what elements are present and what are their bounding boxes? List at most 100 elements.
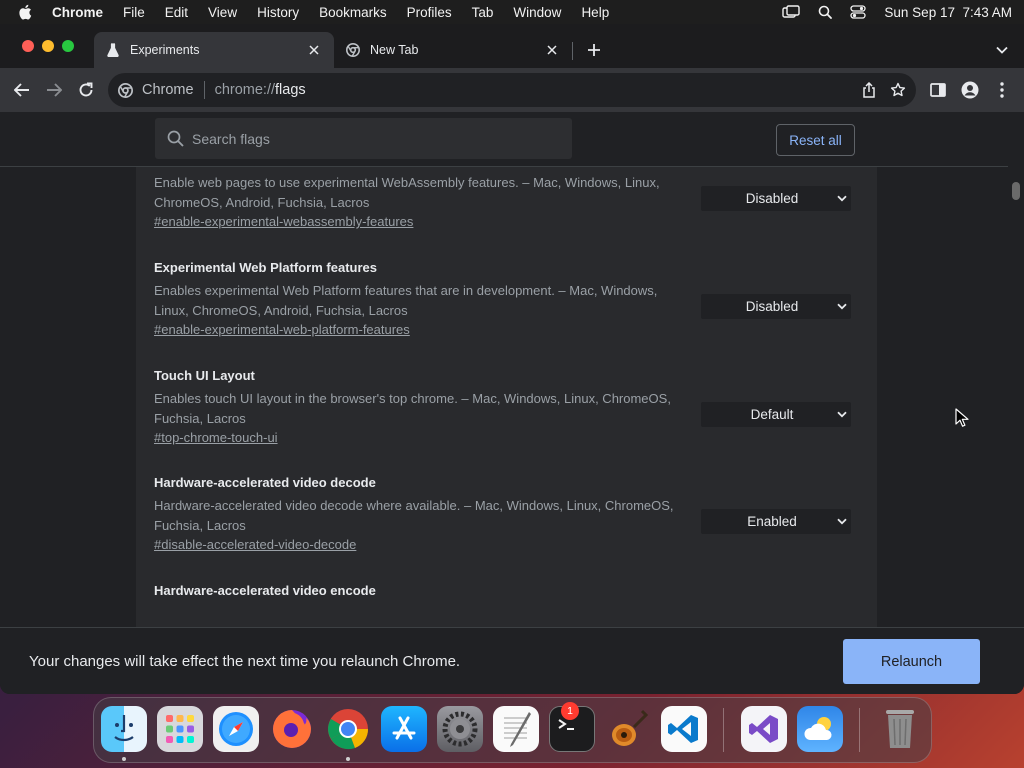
back-arrow-icon[interactable] [10,78,34,102]
spotlight-search-icon[interactable] [818,5,833,19]
app-store-icon[interactable] [381,706,427,752]
visual-studio-icon[interactable] [741,706,787,752]
menu-help[interactable]: Help [581,5,609,20]
menu-app-name[interactable]: Chrome [52,5,103,20]
flag-name: Hardware-accelerated video decode [154,475,376,490]
flag-name: Touch UI Layout [154,368,255,383]
flag-description: Enables experimental Web Platform featur… [154,283,658,318]
flag-hash-link[interactable]: #enable-experimental-webassembly-feature… [154,214,413,229]
site-chip-label: Chrome [142,82,194,98]
flag-entry: Touch UI Layout Enables touch UI layout … [154,368,854,447]
tab-label: New Tab [370,43,419,57]
flag-hash-link[interactable]: #top-chrome-touch-ui [154,430,278,445]
macos-menu-bar: Chrome File Edit View History Bookmarks … [0,0,1024,24]
forward-arrow-icon[interactable] [42,78,66,102]
search-box[interactable] [155,118,572,159]
flag-state-value: Enabled [747,514,797,529]
safari-icon[interactable] [213,706,259,752]
textedit-icon[interactable] [493,706,539,752]
chevron-down-icon [833,195,851,202]
flags-list-panel: Experimental WebAssembly Enable web page… [136,112,877,627]
menu-tab[interactable]: Tab [472,5,494,20]
tab-label: Experiments [130,43,200,57]
scrollbar-thumb[interactable] [1012,182,1020,200]
flags-search-header: Reset all [0,112,1008,167]
relaunch-button[interactable]: Relaunch [843,639,980,684]
menu-bookmarks[interactable]: Bookmarks [319,5,387,20]
menu-view[interactable]: View [208,5,237,20]
tab-close-icon[interactable] [544,42,560,58]
new-tab-plus-icon[interactable] [584,40,604,60]
chrome-icon[interactable] [118,82,134,98]
garageband-icon[interactable] [605,706,651,752]
system-settings-icon[interactable] [437,706,483,752]
url-scheme: chrome:// [214,82,276,98]
address-bar[interactable]: Chrome chrome:// flags [108,73,916,107]
tab-strip: Experiments New Tab [0,24,1024,68]
chevron-down-icon [833,518,851,525]
side-panel-icon[interactable] [926,78,950,102]
url-host: flags [275,82,306,98]
launchpad-icon[interactable] [157,706,203,752]
window-zoom-button[interactable] [62,40,74,52]
control-center-icon[interactable] [850,5,867,19]
flag-state-value: Disabled [745,191,799,206]
menu-window[interactable]: Window [513,5,561,20]
search-icon [167,130,184,147]
flag-state-select[interactable]: Disabled [701,294,851,319]
profile-avatar-icon[interactable] [958,78,982,102]
menu-history[interactable]: History [257,5,299,20]
flag-hash-link[interactable]: #disable-accelerated-video-decode [154,537,356,552]
apple-logo-icon[interactable] [18,4,32,20]
flag-description: Enable web pages to use experimental Web… [154,175,660,210]
flag-entry: Hardware-accelerated video decode Hardwa… [154,475,854,554]
window-close-button[interactable] [22,40,34,52]
chevron-down-icon [833,411,851,418]
macos-dock: 1 [93,697,932,763]
share-icon[interactable] [862,82,876,98]
menu-profiles[interactable]: Profiles [407,5,452,20]
flag-hash-link[interactable]: #enable-experimental-web-platform-featur… [154,322,410,337]
finder-icon[interactable] [101,706,147,752]
weather-icon[interactable] [797,706,843,752]
flag-description: Enables touch UI layout in the browser's… [154,391,671,426]
firefox-icon[interactable] [269,706,315,752]
dock-separator [859,708,860,752]
menu-file[interactable]: File [123,5,145,20]
menu-bar-clock[interactable]: Sun Sep 17 7:43 AM [884,5,1012,20]
relaunch-message: Your changes will take effect the next t… [29,653,461,670]
kebab-menu-icon[interactable] [990,78,1014,102]
flags-page: Experimental WebAssembly Enable web page… [0,112,1024,694]
search-flags-input[interactable] [192,130,552,147]
tab-experiments[interactable]: Experiments [94,32,334,68]
chrome-icon [346,43,360,57]
dock-separator [723,708,724,752]
flag-entry: Experimental WebAssembly Enable web page… [154,152,854,231]
flag-state-value: Default [750,407,794,422]
browser-toolbar: Chrome chrome:// flags [0,68,1024,112]
flag-state-select[interactable]: Disabled [701,186,851,211]
flag-state-value: Disabled [745,299,799,314]
tab-new-tab[interactable]: New Tab [334,32,572,68]
flag-name: Experimental Web Platform features [154,260,377,275]
flag-state-select[interactable]: Default [701,402,851,427]
chrome-icon[interactable] [325,706,371,752]
window-minimize-button[interactable] [42,40,54,52]
flag-state-select[interactable]: Enabled [701,509,851,534]
mouse-pointer-icon [955,408,969,427]
running-indicator [122,757,126,761]
reset-all-button[interactable]: Reset all [776,124,855,156]
tab-close-icon[interactable] [306,42,322,58]
trash-icon[interactable] [877,706,923,752]
menu-edit[interactable]: Edit [165,5,188,20]
bookmark-star-icon[interactable] [890,82,906,98]
reload-icon[interactable] [74,78,98,102]
tab-search-chevron-icon[interactable] [992,40,1012,60]
flask-icon [106,43,120,57]
screen-mirroring-icon[interactable] [782,5,801,19]
flag-name: Hardware-accelerated video encode [154,583,376,598]
chevron-down-icon [833,303,851,310]
vscode-icon[interactable] [661,706,707,752]
relaunch-bar: Your changes will take effect the next t… [0,627,1024,694]
scrollbar-track[interactable] [1008,167,1024,627]
